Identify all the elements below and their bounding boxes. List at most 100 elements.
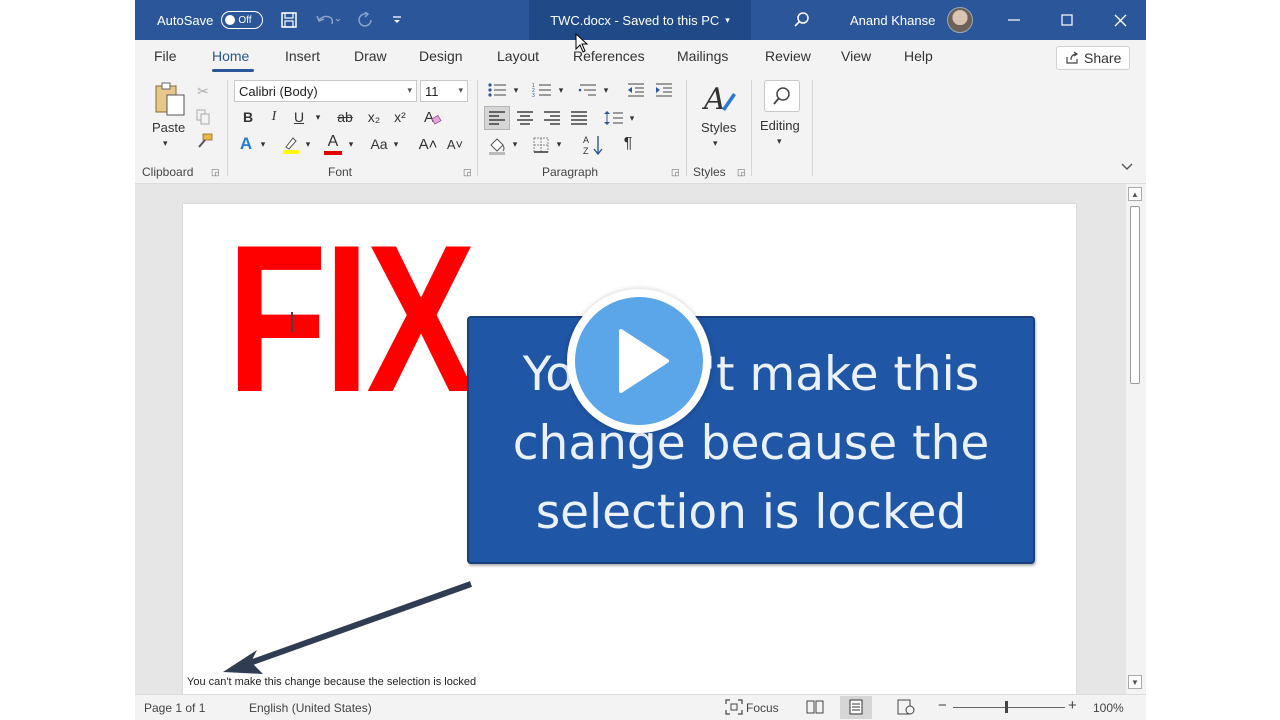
tab-help[interactable]: Help [904, 48, 933, 64]
sort-icon[interactable]: AZ [582, 133, 604, 157]
cut-icon[interactable]: ✂ [195, 82, 211, 100]
editing-label[interactable]: Editing [760, 118, 800, 133]
change-case-dropdown-icon[interactable]: ▾ [390, 134, 402, 154]
zoom-slider-track[interactable] [953, 707, 1065, 708]
redo-icon[interactable] [357, 0, 375, 40]
scroll-thumb[interactable] [1130, 206, 1140, 384]
autosave-control[interactable]: AutoSave Off [157, 0, 264, 40]
share-button[interactable]: Share [1056, 46, 1131, 70]
shrink-font-button[interactable]: A˅ [445, 134, 465, 154]
increase-indent-icon[interactable] [654, 80, 674, 100]
tab-file[interactable]: File [154, 48, 177, 64]
shading-icon[interactable] [487, 134, 507, 156]
paste-icon[interactable] [150, 80, 190, 118]
clear-formatting-icon[interactable]: A [422, 106, 442, 128]
show-formatting-button[interactable]: ¶ [620, 134, 636, 154]
save-icon[interactable] [280, 0, 298, 40]
decrease-indent-icon[interactable] [626, 80, 646, 100]
undo-icon[interactable] [315, 0, 341, 40]
paste-label[interactable]: Paste [152, 120, 185, 135]
subscript-button[interactable]: x₂ [366, 108, 382, 126]
borders-dropdown-icon[interactable]: ▾ [553, 134, 565, 154]
document-area[interactable]: FIX You can't make this change because t… [135, 184, 1146, 694]
tab-mailings[interactable]: Mailings [677, 48, 728, 64]
maximize-icon[interactable] [1052, 0, 1082, 40]
justify-icon[interactable] [569, 107, 589, 129]
customize-quick-access-icon[interactable] [391, 0, 403, 40]
user-name[interactable]: Anand Khanse [850, 0, 935, 40]
tab-layout[interactable]: Layout [497, 48, 539, 64]
underline-dropdown-icon[interactable]: ▾ [312, 108, 324, 126]
bullets-dropdown-icon[interactable]: ▾ [510, 80, 522, 100]
minimize-icon[interactable] [999, 0, 1029, 40]
zoom-slider-thumb[interactable] [1005, 701, 1008, 713]
grow-font-button[interactable]: A˄ [418, 134, 438, 154]
align-center-icon[interactable] [515, 107, 535, 129]
line-spacing-icon[interactable] [603, 107, 625, 129]
font-size-combo[interactable]: 11 ▾ [420, 80, 468, 102]
styles-dropdown-icon[interactable]: ▾ [713, 138, 718, 149]
highlight-dropdown-icon[interactable]: ▾ [302, 134, 314, 154]
tab-view[interactable]: View [841, 48, 871, 64]
underline-button[interactable]: U [292, 108, 306, 126]
tab-draw[interactable]: Draw [354, 48, 387, 64]
styles-label[interactable]: Styles [701, 120, 736, 135]
bullets-icon[interactable] [486, 80, 508, 100]
editing-search-icon[interactable] [764, 80, 800, 112]
tab-home[interactable]: Home [212, 48, 249, 64]
borders-icon[interactable] [531, 135, 551, 155]
vertical-scrollbar[interactable]: ▲ ▼ [1126, 184, 1146, 694]
styles-launcher-icon[interactable]: ◲ [737, 167, 746, 178]
zoom-out-icon[interactable]: − [938, 697, 947, 714]
close-icon[interactable] [1105, 0, 1135, 40]
bold-button[interactable]: B [241, 108, 255, 126]
font-color-dropdown-icon[interactable]: ▾ [345, 134, 357, 154]
editing-dropdown-icon[interactable]: ▾ [777, 136, 782, 147]
web-layout-icon[interactable] [897, 699, 915, 718]
document-title[interactable]: TWC.docx - Saved to this PC ▾ [529, 0, 751, 40]
language-status[interactable]: English (United States) [249, 701, 372, 715]
print-layout-icon[interactable] [848, 699, 864, 718]
tab-design[interactable]: Design [419, 48, 463, 64]
highlight-icon[interactable] [281, 134, 301, 156]
multilevel-dropdown-icon[interactable]: ▾ [600, 80, 612, 100]
shading-dropdown-icon[interactable]: ▾ [509, 134, 521, 154]
italic-button[interactable]: I [267, 108, 281, 126]
font-color-button[interactable]: A [323, 132, 343, 156]
document-page[interactable]: FIX You can't make this change because t… [183, 204, 1076, 694]
numbering-icon[interactable]: 123 [531, 80, 553, 100]
numbering-dropdown-icon[interactable]: ▾ [555, 80, 567, 100]
avatar[interactable] [947, 7, 973, 33]
strikethrough-button[interactable]: ab [335, 108, 355, 126]
change-case-button[interactable]: Aa [367, 134, 391, 154]
paragraph-launcher-icon[interactable]: ◲ [671, 167, 680, 178]
play-button[interactable] [567, 289, 711, 433]
tab-review[interactable]: Review [765, 48, 811, 64]
superscript-button[interactable]: x² [392, 108, 408, 126]
font-launcher-icon[interactable]: ◲ [463, 167, 472, 178]
scroll-up-icon[interactable]: ▲ [1128, 187, 1142, 201]
font-name-combo[interactable]: Calibri (Body) ▾ [234, 80, 417, 102]
format-painter-icon[interactable] [195, 132, 213, 152]
copy-icon[interactable] [195, 108, 211, 126]
paste-dropdown-icon[interactable]: ▾ [163, 138, 168, 149]
text-effects-button[interactable]: A [237, 134, 255, 154]
autosave-toggle[interactable]: Off [221, 11, 264, 29]
search-icon[interactable] [793, 0, 811, 40]
tab-insert[interactable]: Insert [285, 48, 320, 64]
zoom-in-icon[interactable]: + [1068, 697, 1077, 714]
focus-icon[interactable] [725, 699, 743, 718]
page-count[interactable]: Page 1 of 1 [144, 701, 205, 715]
zoom-level[interactable]: 100% [1093, 701, 1124, 715]
align-right-icon[interactable] [542, 107, 562, 129]
read-mode-icon[interactable] [806, 699, 824, 718]
focus-label[interactable]: Focus [746, 701, 779, 715]
line-spacing-dropdown-icon[interactable]: ▾ [626, 108, 638, 128]
multilevel-list-icon[interactable] [577, 80, 599, 100]
scroll-down-icon[interactable]: ▼ [1128, 675, 1142, 689]
clipboard-launcher-icon[interactable]: ◲ [211, 167, 220, 178]
align-left-icon[interactable] [484, 106, 510, 130]
collapse-ribbon-icon[interactable] [1121, 160, 1133, 174]
text-effects-dropdown-icon[interactable]: ▾ [257, 134, 269, 154]
styles-icon[interactable]: A [701, 80, 739, 116]
